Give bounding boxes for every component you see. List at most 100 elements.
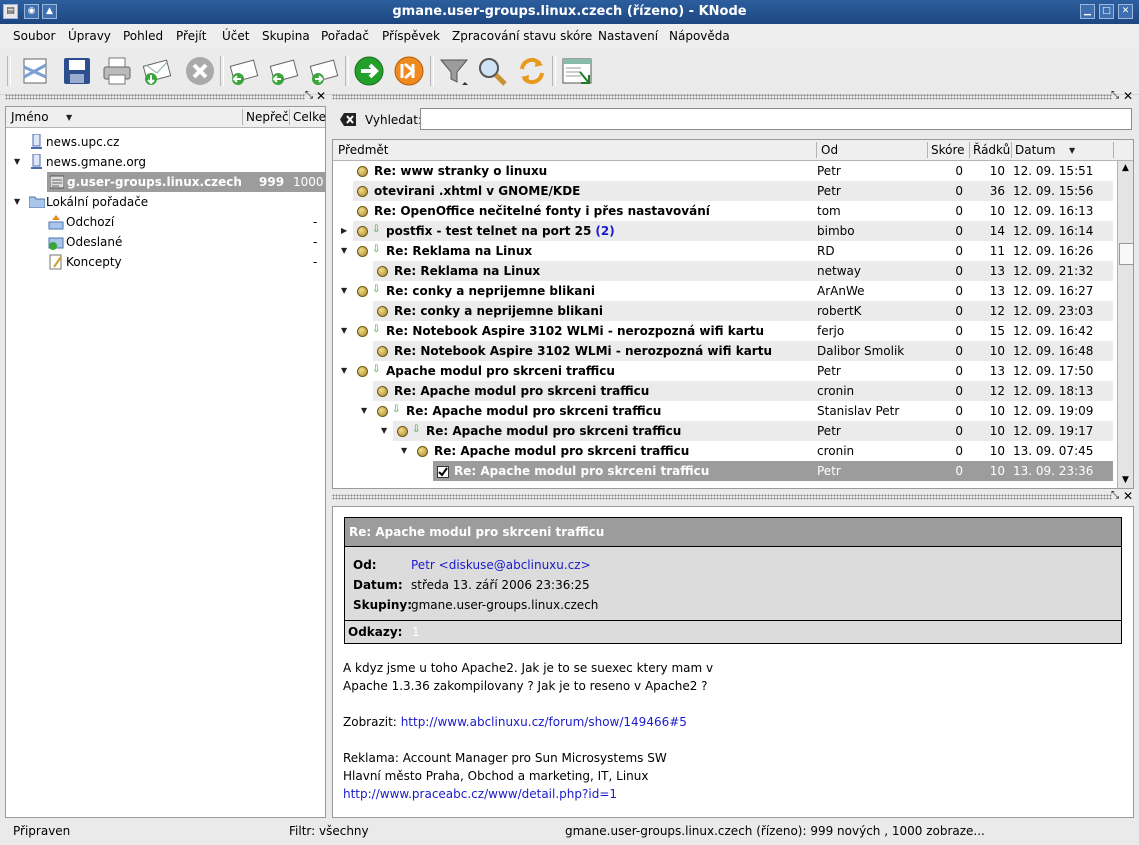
status-ball-icon — [357, 361, 368, 381]
expand-toggle-icon[interactable]: ▶ — [341, 221, 347, 241]
table-row[interactable]: Re: Apache modul pro skrceni trafficu cro… — [333, 381, 1113, 401]
refs-link[interactable]: 1 — [412, 625, 420, 639]
refresh-icon[interactable] — [516, 55, 548, 87]
search-input[interactable] — [420, 108, 1132, 130]
folder-panel-grip[interactable]: ⤡ ✕ — [5, 89, 326, 103]
column-unread[interactable]: Nepřeč — [246, 110, 289, 124]
status-ball-icon — [377, 381, 388, 401]
undock-icon[interactable]: ⤡ — [1111, 490, 1119, 501]
table-row[interactable]: Re: Notebook Aspire 3102 WLMi - nerozpoz… — [333, 341, 1113, 361]
expand-toggle-icon[interactable]: ▼ — [341, 281, 347, 301]
expand-toggle-icon[interactable]: ▼ — [341, 241, 347, 261]
search-icon[interactable] — [476, 55, 508, 87]
status-ball-icon — [357, 201, 368, 221]
article-date: 12. 09. 18:13 — [1013, 384, 1094, 398]
column-score[interactable]: Skóre — [931, 143, 965, 157]
menu-soubor[interactable]: Soubor — [13, 29, 55, 43]
toolbar-handle[interactable] — [7, 56, 11, 86]
tree-item-outbox[interactable]: Odchozí - — [6, 212, 325, 232]
table-row[interactable]: ▼ Re: Apache modul pro skrceni trafficu cr… — [333, 441, 1113, 461]
clear-search-icon[interactable] — [340, 113, 356, 126]
filter-icon[interactable] — [438, 55, 470, 87]
view-icon[interactable] — [561, 55, 593, 87]
expand-toggle-icon[interactable]: ▼ — [341, 321, 347, 341]
tree-item-linux-czech[interactable]: g.user-groups.linux.czech 999 1000 — [47, 172, 325, 192]
article-date: 12. 09. 16:27 — [1013, 284, 1094, 298]
message-panel-grip[interactable]: ⤡ ✕ — [332, 489, 1134, 503]
column-lines[interactable]: Řádků — [973, 143, 1010, 157]
tree-item-news-upc[interactable]: news.upc.cz — [6, 132, 325, 152]
menu-nastaveni[interactable]: Nastavení — [598, 29, 658, 43]
close-button[interactable]: ✕ — [1118, 4, 1133, 19]
expand-toggle-icon[interactable]: ▼ — [14, 192, 20, 212]
minimize-button[interactable]: ▁ — [1080, 4, 1095, 19]
table-row[interactable]: ▼ ⇩ Re: Notebook Aspire 3102 WLMi - nerozp… — [333, 321, 1113, 341]
table-row[interactable]: Re: Apache modul pro skrceni trafficu Pet… — [333, 461, 1113, 481]
go-next-unread-icon[interactable] — [393, 55, 425, 87]
table-row[interactable]: ▼ ⇩ Apache modul pro skrceni trafficu Petr 0… — [333, 361, 1113, 381]
from-label: Od: — [353, 558, 377, 572]
body-link[interactable]: http://www.abclinuxu.cz/forum/show/14946… — [401, 715, 687, 729]
column-name[interactable]: Jméno — [11, 110, 49, 124]
table-row[interactable]: Re: OpenOffice nečitelné fonty i přes na… — [333, 201, 1113, 221]
close-icon[interactable]: ✕ — [1123, 89, 1133, 103]
menu-skupina[interactable]: Skupina — [262, 29, 310, 43]
print-icon[interactable] — [101, 55, 133, 87]
menu-skore[interactable]: Zpracování stavu skóre — [452, 29, 592, 43]
expand-toggle-icon[interactable]: ▼ — [14, 152, 20, 172]
article-scrollbar[interactable]: ▲ ▼ — [1117, 161, 1133, 488]
save-icon[interactable] — [61, 55, 93, 87]
send-pending-icon[interactable] — [141, 55, 173, 87]
cancel-icon[interactable] — [184, 55, 216, 87]
body-link[interactable]: http://www.praceabc.cz/www/detail.php?id… — [343, 787, 617, 801]
message-view: Re: Apache modul pro skrceni trafficu Od… — [332, 506, 1134, 818]
table-row[interactable]: Re: www stranky o linuxu Petr 0 10 12. 09. 1… — [333, 161, 1113, 181]
tree-item-drafts[interactable]: Koncepty - — [6, 252, 325, 272]
undock-icon[interactable]: ⤡ — [305, 90, 313, 101]
next-message-icon[interactable] — [308, 55, 340, 87]
reply-icon[interactable] — [228, 55, 260, 87]
new-message-icon[interactable] — [20, 55, 52, 87]
table-row[interactable]: Re: Reklama na Linux netway 0 13 12. 09. 21:… — [333, 261, 1113, 281]
column-from[interactable]: Od — [821, 143, 838, 157]
expand-toggle-icon[interactable]: ▼ — [381, 421, 387, 441]
column-subject[interactable]: Předmět — [338, 143, 388, 157]
expand-toggle-icon[interactable]: ▼ — [401, 441, 407, 461]
menu-prejit[interactable]: Přejít — [176, 29, 206, 43]
scroll-thumb[interactable] — [1119, 243, 1133, 265]
menu-poradac[interactable]: Pořadač — [321, 29, 369, 43]
menu-ucet[interactable]: Účet — [222, 29, 249, 43]
column-date[interactable]: Datum — [1015, 143, 1056, 157]
go-next-icon[interactable] — [353, 55, 385, 87]
table-row[interactable]: ▼ ⇩ Re: Reklama na Linux RD 0 11 12. 09. 16:26 — [333, 241, 1113, 261]
expand-toggle-icon[interactable]: ▼ — [361, 401, 367, 421]
close-icon[interactable]: ✕ — [316, 89, 326, 103]
message-header-box: Re: Apache modul pro skrceni trafficu Od… — [344, 517, 1122, 644]
menu-pohled[interactable]: Pohled — [123, 29, 163, 43]
tree-item-sent[interactable]: Odeslané - — [6, 232, 325, 252]
close-icon[interactable]: ✕ — [1123, 489, 1133, 503]
tree-item-news-gmane[interactable]: ▼ news.gmane.org — [6, 152, 325, 172]
forward-icon[interactable] — [268, 55, 300, 87]
table-row[interactable]: ▼ ⇩ Re: Apache modul pro skrceni trafficu P… — [333, 421, 1113, 441]
table-row[interactable]: otevirani .xhtml v GNOME/KDE Petr 0 36 12. 0… — [333, 181, 1113, 201]
scroll-down-icon[interactable]: ▼ — [1118, 473, 1133, 488]
from-link[interactable]: Petr <diskuse@abclinuxu.cz> — [411, 558, 591, 572]
tree-item-local-folders[interactable]: ▼ Lokální pořadače — [6, 192, 325, 212]
article-panel-grip[interactable]: ⤡ ✕ — [332, 89, 1134, 103]
menu-napoveda[interactable]: Nápověda — [669, 29, 730, 43]
undock-icon[interactable]: ⤡ — [1111, 90, 1119, 101]
table-row[interactable]: Re: conky a neprijemne blikani robertK 0 12… — [333, 301, 1113, 321]
table-row[interactable]: ▶ ⇩ postfix - test telnet na port 25 (2) bim… — [333, 221, 1113, 241]
body-line: Zobrazit: http://www.abclinuxu.cz/forum/… — [343, 713, 1103, 731]
expand-toggle-icon[interactable]: ▼ — [341, 361, 347, 381]
article-from: Petr — [817, 184, 841, 198]
table-row[interactable]: ▼ ⇩ Re: Apache modul pro skrceni trafficu S… — [333, 401, 1113, 421]
article-date: 12. 09. 16:42 — [1013, 324, 1094, 338]
menu-upravy[interactable]: Úpravy — [68, 29, 111, 43]
table-row[interactable]: ▼ ⇩ Re: conky a neprijemne blikani ArAnWe 0 1… — [333, 281, 1113, 301]
maximize-button[interactable]: □ — [1099, 4, 1114, 19]
menu-prispevek[interactable]: Příspěvek — [382, 29, 440, 43]
scroll-up-icon[interactable]: ▲ — [1118, 161, 1133, 176]
column-total[interactable]: Celke — [293, 110, 326, 124]
